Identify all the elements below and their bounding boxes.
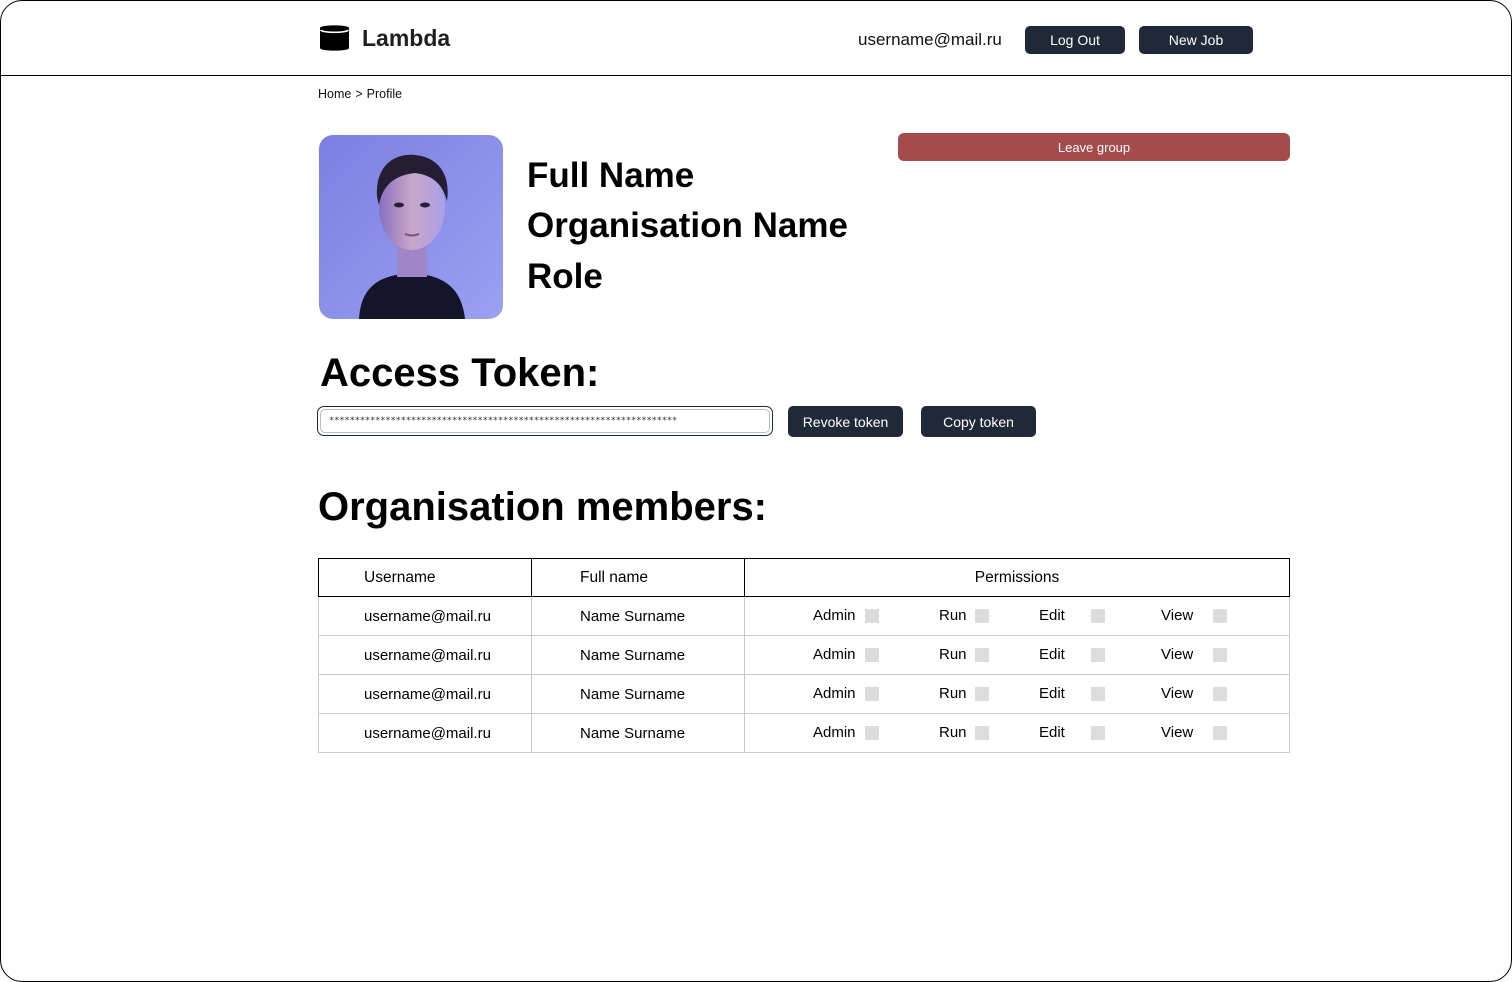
permission-label-admin: Admin [813,724,856,741]
member-full-name: Name Surname [531,596,745,636]
breadcrumb-current: Profile [366,87,403,101]
permission-checkbox-edit[interactable] [1091,687,1105,701]
permission-checkbox-view[interactable] [1213,726,1227,740]
profile-photo [319,135,503,319]
permission-label-edit: Edit [1039,685,1065,702]
permission-checkbox-view[interactable] [1213,648,1227,662]
permission-view: View [1161,724,1227,742]
permission-label-edit: Edit [1039,607,1065,624]
new-job-button[interactable]: New Job [1139,26,1253,54]
permission-label-run: Run [939,646,967,663]
permission-run: Run [939,646,989,664]
access-token-title: Access Token: [320,351,600,395]
permission-run: Run [939,607,989,625]
access-token-field-wrapper [317,406,773,436]
avatar [319,135,503,319]
members-table: Username Full name Permissions username@… [318,558,1290,753]
table-row: username@mail.ru Name Surname Admin Run Edit… [318,635,1290,675]
permission-label-run: Run [939,724,967,741]
permission-checkbox-edit[interactable] [1091,648,1105,662]
permission-run: Run [939,724,989,742]
permission-label-admin: Admin [813,646,856,663]
permission-checkbox-admin[interactable] [865,609,879,623]
permission-checkbox-view[interactable] [1213,609,1227,623]
permission-checkbox-view[interactable] [1213,687,1227,701]
permission-view: View [1161,607,1227,625]
column-header-full-name: Full name [531,558,745,597]
brand-logo[interactable]: Lambda [319,23,450,53]
profile-organisation: Organisation Name [527,206,848,245]
table-row: username@mail.ru Name Surname Admin Run Edit… [318,596,1290,636]
member-username: username@mail.ru [318,713,532,753]
permission-label-view: View [1161,685,1194,702]
permission-label-admin: Admin [813,607,856,624]
organisation-members-title: Organisation members: [318,485,768,529]
permission-checkbox-edit[interactable] [1091,726,1105,740]
table-row: username@mail.ru Name Surname Admin Run Edit… [318,713,1290,753]
permission-edit: Edit [1039,607,1105,625]
permission-label-edit: Edit [1039,646,1065,663]
copy-token-button[interactable]: Copy token [921,406,1036,437]
permission-checkbox-admin[interactable] [865,648,879,662]
table-row: username@mail.ru Name Surname Admin Run Edit… [318,674,1290,714]
profile-role: Role [527,257,603,296]
permission-label-view: View [1161,646,1194,663]
revoke-token-button[interactable]: Revoke token [788,406,903,437]
permission-admin: Admin [813,607,879,625]
permission-checkbox-run[interactable] [975,726,989,740]
leave-group-button[interactable]: Leave group [898,133,1290,161]
permission-edit: Edit [1039,685,1105,703]
member-permissions: Admin Run Edit View [744,674,1290,714]
column-header-permissions: Permissions [744,558,1290,597]
member-full-name: Name Surname [531,674,745,714]
permission-checkbox-admin[interactable] [865,726,879,740]
permission-label-run: Run [939,607,967,624]
permission-admin: Admin [813,724,879,742]
member-full-name: Name Surname [531,635,745,675]
member-permissions: Admin Run Edit View [744,713,1290,753]
app-window: Lambda username@mail.ru Log Out New Job … [0,0,1512,982]
breadcrumb: Home > Profile [318,87,402,101]
permission-edit: Edit [1039,724,1105,742]
permission-checkbox-admin[interactable] [865,687,879,701]
permission-checkbox-run[interactable] [975,648,989,662]
breadcrumb-separator: > [355,87,363,101]
permission-checkbox-edit[interactable] [1091,609,1105,623]
member-username: username@mail.ru [318,596,532,636]
permission-label-view: View [1161,607,1194,624]
permission-label-admin: Admin [813,685,856,702]
permission-admin: Admin [813,646,879,664]
breadcrumb-home[interactable]: Home [318,87,351,101]
member-permissions: Admin Run Edit View [744,635,1290,675]
member-username: username@mail.ru [318,674,532,714]
permission-label-edit: Edit [1039,724,1065,741]
permission-label-view: View [1161,724,1194,741]
log-out-button[interactable]: Log Out [1025,26,1125,54]
current-user-email: username@mail.ru [858,30,1002,49]
permission-admin: Admin [813,685,879,703]
profile-full-name: Full Name [527,156,695,195]
permission-checkbox-run[interactable] [975,687,989,701]
member-username: username@mail.ru [318,635,532,675]
top-header: Lambda username@mail.ru Log Out New Job [1,1,1511,76]
column-header-username: Username [318,558,532,597]
member-full-name: Name Surname [531,713,745,753]
permission-view: View [1161,685,1227,703]
brand-name: Lambda [362,24,451,51]
permission-checkbox-run[interactable] [975,609,989,623]
table-header-row: Username Full name Permissions [318,558,1290,597]
permission-label-run: Run [939,685,967,702]
permission-view: View [1161,646,1227,664]
permission-edit: Edit [1039,646,1105,664]
database-cylinder-icon [320,25,349,51]
access-token-input[interactable] [320,409,770,433]
member-permissions: Admin Run Edit View [744,596,1290,636]
permission-run: Run [939,685,989,703]
